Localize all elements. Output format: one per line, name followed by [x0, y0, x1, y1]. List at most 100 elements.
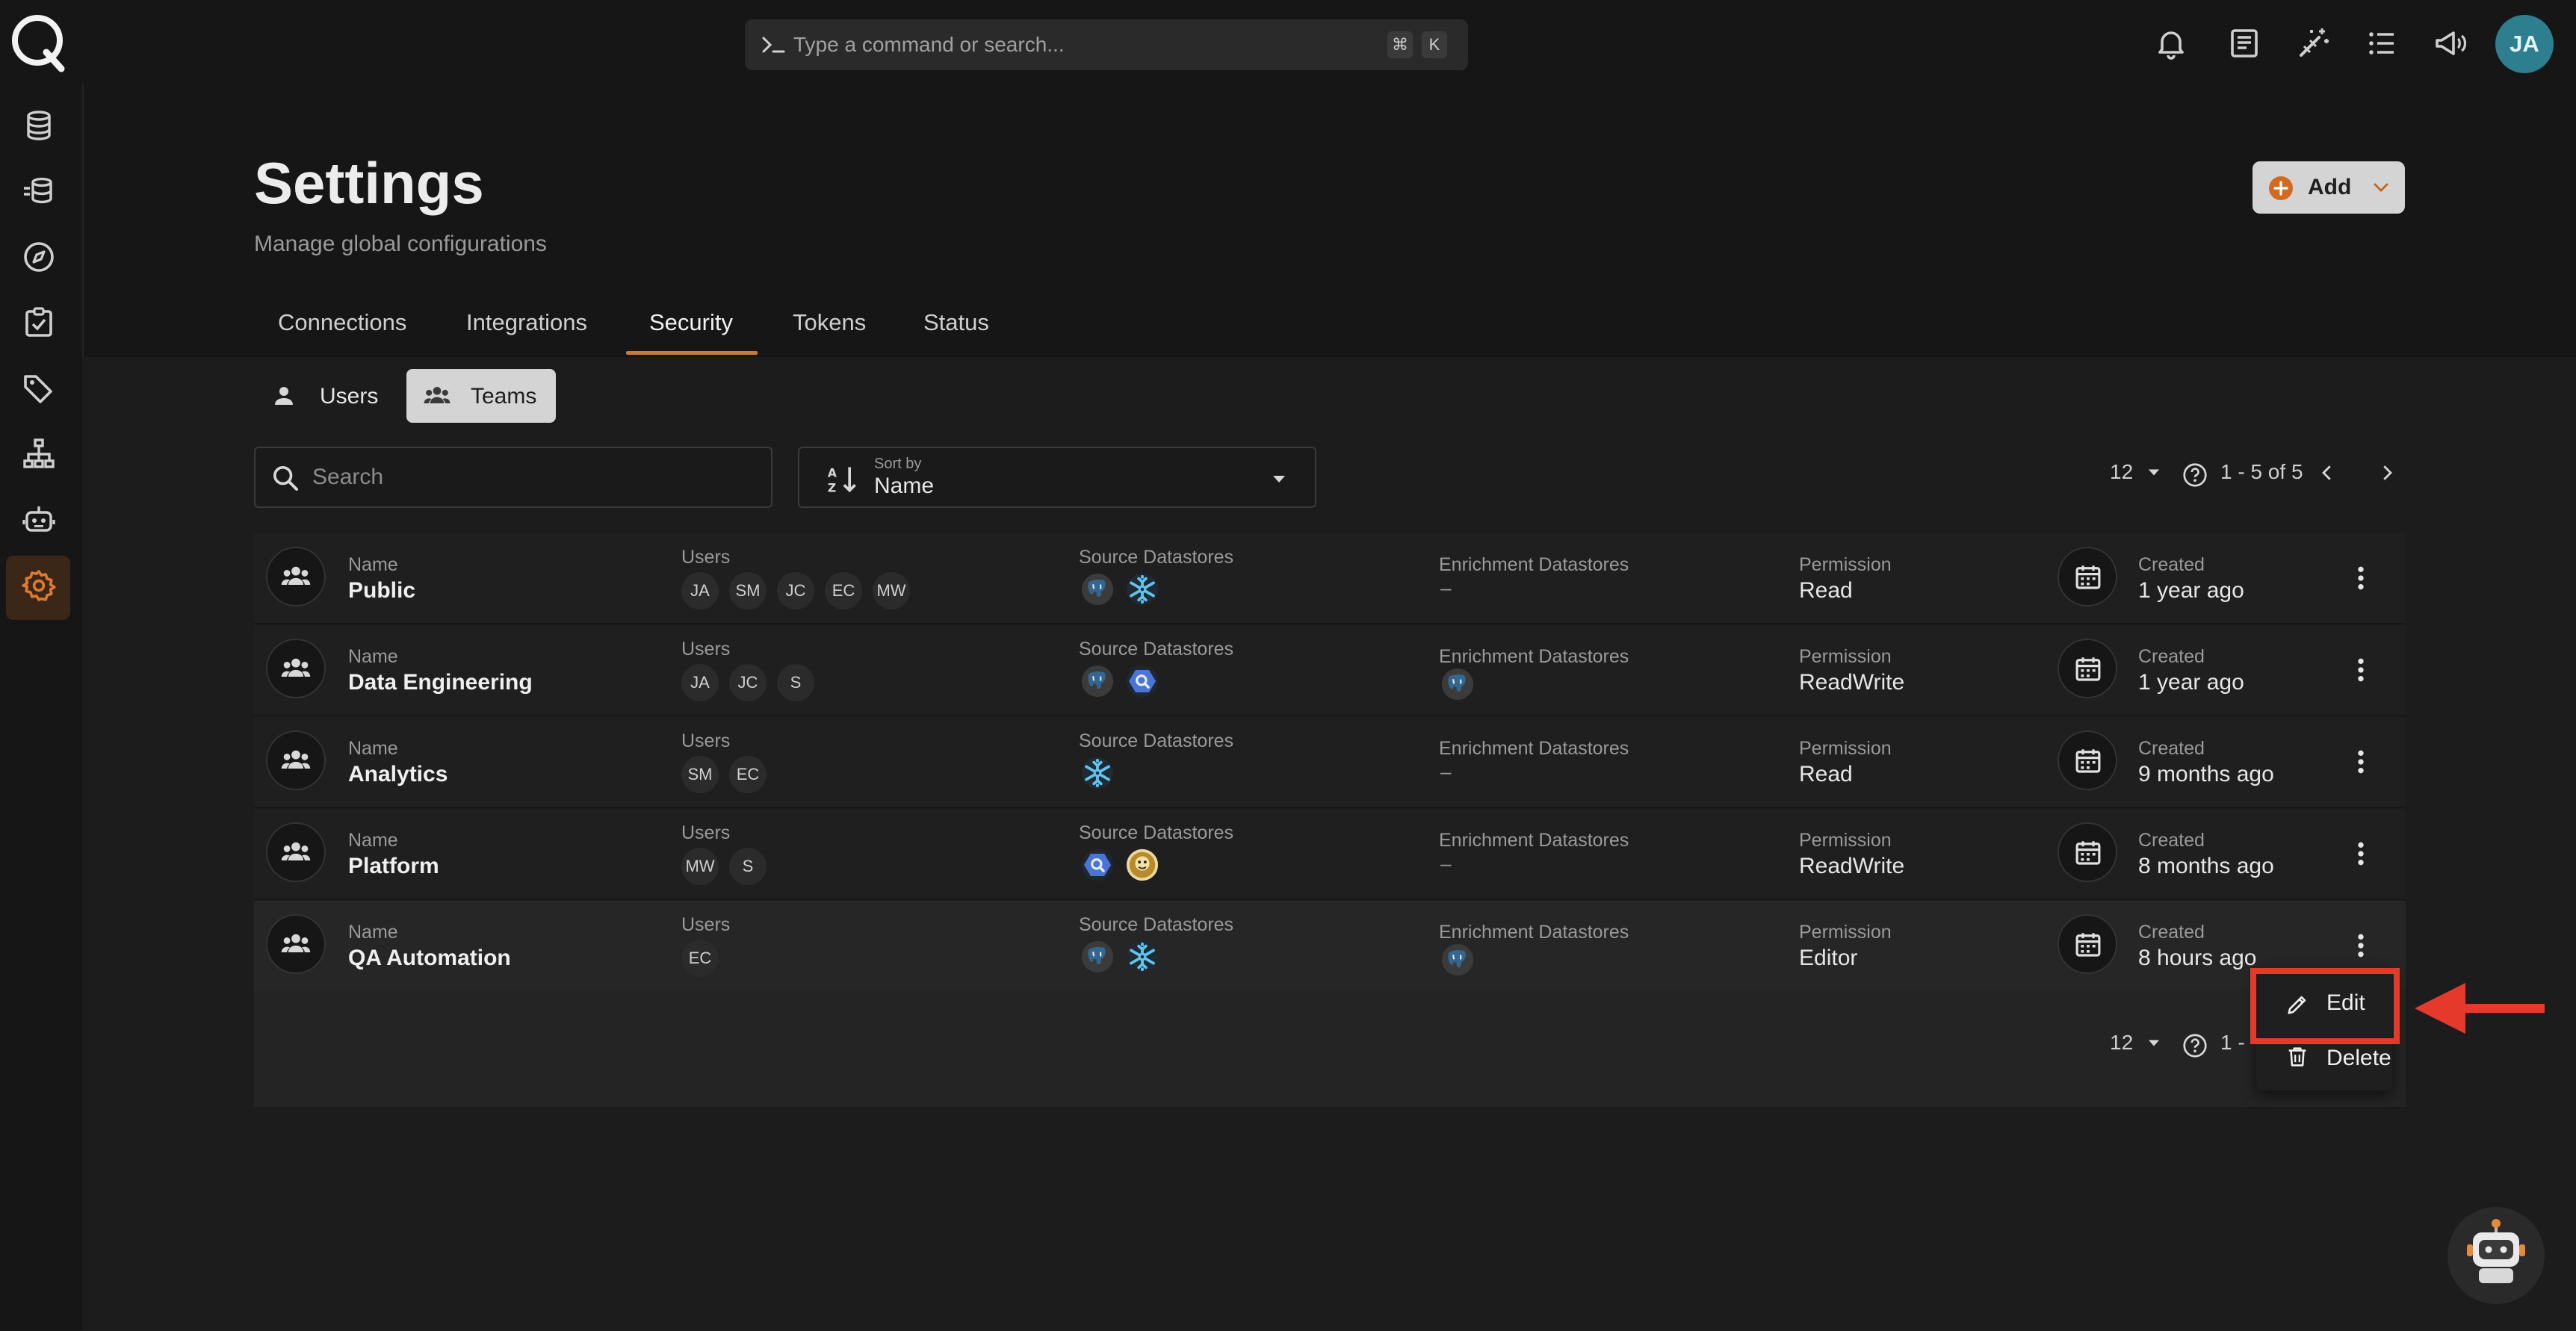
enrichment-datastores-caption: Enrichment Datastores — [1439, 922, 1629, 943]
team-icon — [279, 652, 312, 685]
user-chip: JC — [729, 664, 767, 701]
kebab-menu-icon[interactable] — [2346, 744, 2376, 780]
sort-by-select[interactable]: A Z Sort by Name — [798, 447, 1316, 508]
calendar-badge — [2058, 639, 2117, 698]
teams-toggle-button[interactable]: Teams — [406, 369, 556, 423]
pagination-range: 1 - 5 of 5 — [2220, 460, 2303, 483]
calendar-icon — [2072, 929, 2104, 961]
compass-icon[interactable] — [21, 239, 57, 275]
user-chip: EC — [825, 572, 862, 609]
checklist-icon[interactable] — [21, 305, 57, 341]
calendar-badge — [2058, 547, 2117, 606]
enrichment-datastores-caption: Enrichment Datastores — [1439, 554, 1629, 575]
enrichment-datastores-caption: Enrichment Datastores — [1439, 738, 1629, 759]
help-icon[interactable] — [2182, 462, 2208, 488]
snowflake-icon[interactable] — [1125, 940, 1159, 974]
permission-caption: Permission — [1799, 554, 1892, 575]
kebab-menu-icon[interactable] — [2346, 560, 2376, 596]
document-icon[interactable] — [2226, 25, 2262, 61]
team-icon — [279, 836, 312, 869]
kebab-menu-icon[interactable] — [2346, 652, 2376, 688]
datastore-flow-icon[interactable] — [21, 173, 57, 209]
calendar-badge — [2058, 822, 2117, 882]
source-datastores-caption: Source Datastores — [1079, 639, 1234, 660]
name-caption: Name — [348, 922, 398, 943]
team-name[interactable]: Platform — [348, 854, 439, 879]
users-toggle-label: Users — [320, 384, 379, 409]
calendar-icon — [2072, 745, 2104, 777]
team-name[interactable]: Analytics — [348, 762, 448, 787]
created-caption: Created — [2138, 922, 2205, 943]
team-name[interactable]: QA Automation — [348, 946, 511, 971]
footer-page-size-caret-icon[interactable] — [2146, 1037, 2162, 1049]
postgres-icon[interactable] — [1440, 943, 1475, 977]
hierarchy-icon[interactable] — [21, 436, 57, 472]
kebab-menu-icon[interactable] — [2346, 836, 2376, 872]
robot-icon[interactable] — [21, 502, 57, 538]
tag-icon[interactable] — [21, 370, 57, 406]
gear-icon[interactable] — [21, 568, 57, 604]
person-icon — [270, 382, 297, 409]
postgres-icon[interactable] — [1440, 667, 1475, 701]
magic-wand-icon[interactable] — [2295, 25, 2331, 61]
footer-help-icon[interactable] — [2182, 1032, 2208, 1059]
team-icon — [279, 560, 312, 593]
enrichment-empty: – — [1440, 760, 1452, 783]
footer-page-size-value[interactable]: 12 — [2110, 1031, 2133, 1055]
tab-integrations[interactable]: Integrations — [466, 309, 587, 336]
page-size-caret-icon[interactable] — [2146, 466, 2162, 478]
users-caption: Users — [681, 822, 731, 843]
hive-icon[interactable] — [1125, 848, 1159, 882]
add-button[interactable]: Add — [2253, 161, 2405, 214]
sort-by-value: Name — [874, 474, 935, 498]
user-chip: JC — [777, 572, 814, 609]
users-toggle-button[interactable]: Users — [256, 369, 387, 423]
postgres-icon[interactable] — [1080, 940, 1115, 974]
active-tab-indicator — [626, 351, 758, 355]
table-row[interactable]: Name Public Users JA SM JC EC MW Source Datastor… — [254, 533, 2406, 624]
calendar-badge — [2058, 730, 2117, 790]
table-row[interactable]: Name QA Automation Users EC Source Datastore… — [254, 901, 2406, 992]
team-icon — [424, 387, 451, 403]
users-caption: Users — [681, 547, 731, 568]
snowflake-icon[interactable] — [1080, 756, 1115, 790]
created-value: 8 months ago — [2138, 854, 2274, 878]
assistant-bot-button[interactable] — [2447, 1207, 2545, 1304]
chevron-right-icon[interactable] — [2376, 460, 2398, 485]
tab-connections[interactable]: Connections — [278, 309, 406, 336]
page-size-value[interactable]: 12 — [2110, 460, 2133, 484]
tab-status[interactable]: Status — [923, 309, 989, 336]
chevron-left-icon[interactable] — [2316, 460, 2338, 485]
teams-toggle-label: Teams — [471, 384, 537, 409]
tab-security[interactable]: Security — [649, 309, 733, 336]
postgres-icon[interactable] — [1080, 572, 1115, 606]
source-datastores-caption: Source Datastores — [1079, 822, 1234, 843]
bell-icon[interactable] — [2153, 25, 2189, 61]
command-search-bar[interactable]: Type a command or search... ⌘ K — [745, 19, 1468, 70]
user-avatar[interactable]: JA — [2495, 15, 2554, 73]
megaphone-icon[interactable] — [2433, 25, 2468, 61]
permission-caption: Permission — [1799, 922, 1892, 943]
list-icon[interactable] — [2364, 25, 2400, 61]
bigquery-icon[interactable] — [1080, 848, 1115, 882]
snowflake-icon[interactable] — [1125, 572, 1159, 606]
tab-tokens[interactable]: Tokens — [793, 309, 866, 336]
user-chip: SM — [681, 756, 719, 793]
search-input[interactable]: Search — [254, 447, 773, 508]
team-name[interactable]: Public — [348, 578, 415, 604]
table-row[interactable]: Name Platform Users MW S Source Datastores Enr… — [254, 809, 2406, 900]
postgres-icon[interactable] — [1080, 664, 1115, 698]
page-subtitle: Manage global configurations — [254, 232, 547, 256]
table-row[interactable]: Name Analytics Users SM EC Source Datastores E… — [254, 717, 2406, 808]
team-name[interactable]: Data Engineering — [348, 670, 533, 695]
table-row[interactable]: Name Data Engineering Users JA JC S Source Dat… — [254, 625, 2406, 716]
name-caption: Name — [348, 738, 398, 759]
created-caption: Created — [2138, 554, 2205, 575]
app-logo[interactable] — [4, 9, 70, 75]
annotation-arrow-icon — [2415, 983, 2545, 1034]
database-icon[interactable] — [21, 108, 57, 143]
bigquery-icon[interactable] — [1125, 664, 1159, 698]
name-caption: Name — [348, 554, 398, 575]
name-caption: Name — [348, 646, 398, 667]
kebab-menu-icon[interactable] — [2346, 928, 2376, 964]
